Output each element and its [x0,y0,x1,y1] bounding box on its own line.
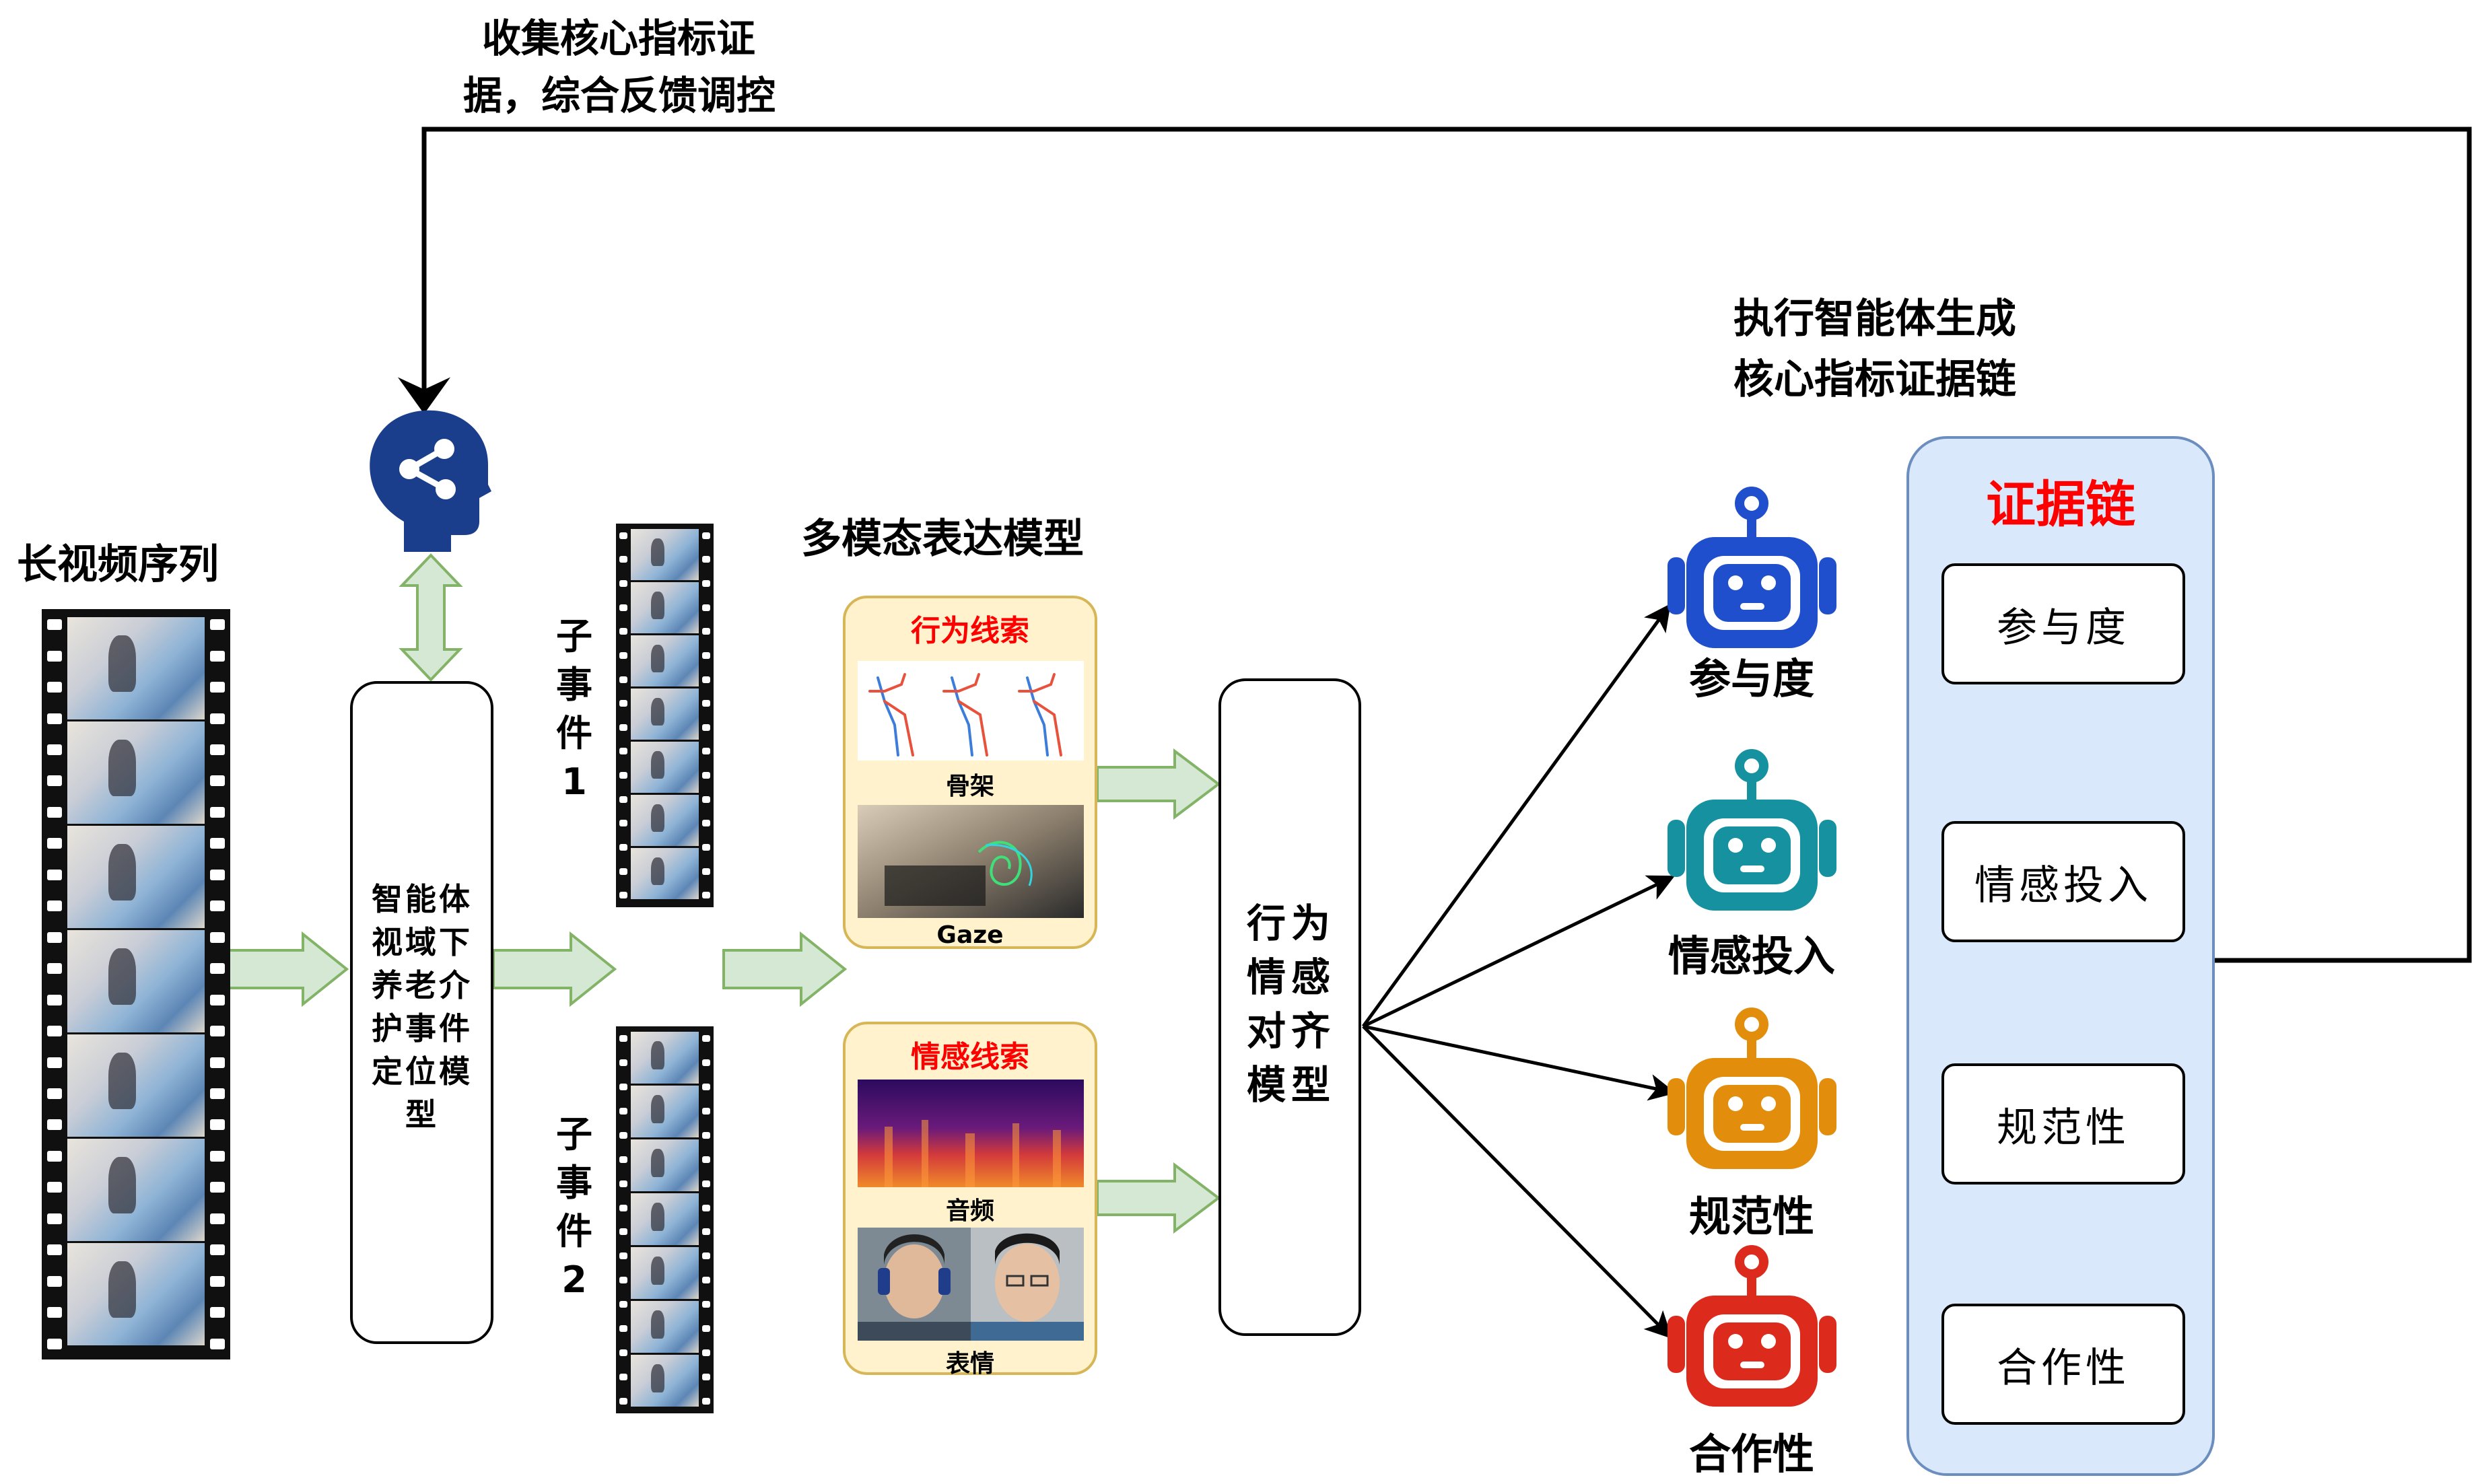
face-caption: 表情 [945,1350,994,1378]
evidence-chain-title: 证据链 [1986,476,2135,534]
face-image [858,1228,1084,1341]
behavior-cue-card: 行为线索 骨架 Gaze [843,596,1097,949]
arrow-to-agent-norm [1363,1024,1676,1101]
behavior-cue-title: 行为线索 [911,614,1029,648]
sub-event-2-label: 子事件2 [556,1113,592,1301]
audio-spectrogram [858,1080,1084,1187]
agent-label-emotion: 情感投入 [1667,931,1835,981]
film-sprocket-left [47,609,62,1359]
behavior-emotion-alignment-text: 行为情感对齐模型 [1246,900,1336,1108]
evidence-item-emotion: 情感投入 [1941,821,2185,942]
evidence-item-coop: 合作性 [1941,1304,2185,1425]
feedback-label-line1: 收集核心指标证 [482,15,756,61]
arrow-to-agent-engagement [1361,603,1671,1028]
arrow-video-to-localizer [228,931,349,1008]
evidence-item-engagement: 参与度 [1941,563,2185,684]
arrow-to-agent-emotion [1362,875,1676,1028]
sub-event-2-film-strip [616,1026,714,1413]
event-localization-model-text: 智能体视域下养老介护事件定位模型 [372,881,473,1133]
agent-label-coop: 合作性 [1688,1429,1814,1479]
long-video-label: 长视频序列 [17,541,219,588]
skeleton-figure [858,661,1084,761]
robot-icon [1667,1245,1836,1407]
gaze-caption: Gaze [936,921,1004,949]
agent-label-norm: 规范性 [1688,1192,1814,1241]
evidence-item-norm: 规范性 [1941,1063,2185,1185]
arrow-to-agent-coop [1362,1025,1673,1339]
agent-head-icon [370,410,491,552]
sub-event-1-film-strip [616,524,714,907]
agent-label-engagement: 参与度 [1688,654,1814,703]
skeleton-caption: 骨架 [945,773,994,800]
arrow-emotion-to-alignment [1096,1162,1221,1234]
long-video-film-strip [42,609,230,1359]
film-sprocket-right [210,609,225,1359]
evidence-chain-panel: 证据链 参与度 情感投入 规范性 合作性 [1906,436,2215,1476]
arrow-behavior-to-alignment [1096,748,1221,820]
robot-icon [1667,749,1836,911]
robot-icon [1667,1008,1836,1169]
behavior-emotion-alignment-box: 行为情感对齐模型 [1218,678,1361,1336]
agents-header-line2: 核心指标证据链 [1733,356,2016,403]
feedback-label-line2: 据，综合反馈调控 [463,73,776,118]
arrow-head-localizer-bidir [399,553,463,682]
long-video-frames [67,617,205,1347]
event-localization-model-box: 智能体视域下养老介护事件定位模型 [350,681,493,1344]
emotion-cue-card: 情感线索 音频 表情 [843,1022,1097,1378]
arrow-split-to-multimodal [722,931,848,1008]
multimodal-model-title: 多模态表达模型 [801,516,1084,563]
robot-icon [1667,487,1836,648]
gaze-image [858,805,1084,918]
agents-header-line1: 执行智能体生成 [1733,295,2016,343]
audio-caption: 音频 [945,1197,994,1225]
pipeline-diagram: 收集核心指标证 据，综合反馈调控 长视频序列 智能体视域下养老介护事件定位模型 … [0,0,2476,1484]
sub-event-1-label: 子事件1 [556,615,592,803]
emotion-cue-title: 情感线索 [911,1040,1029,1074]
agent-arrows [1361,603,1676,1339]
arrow-localizer-to-split [492,931,617,1008]
